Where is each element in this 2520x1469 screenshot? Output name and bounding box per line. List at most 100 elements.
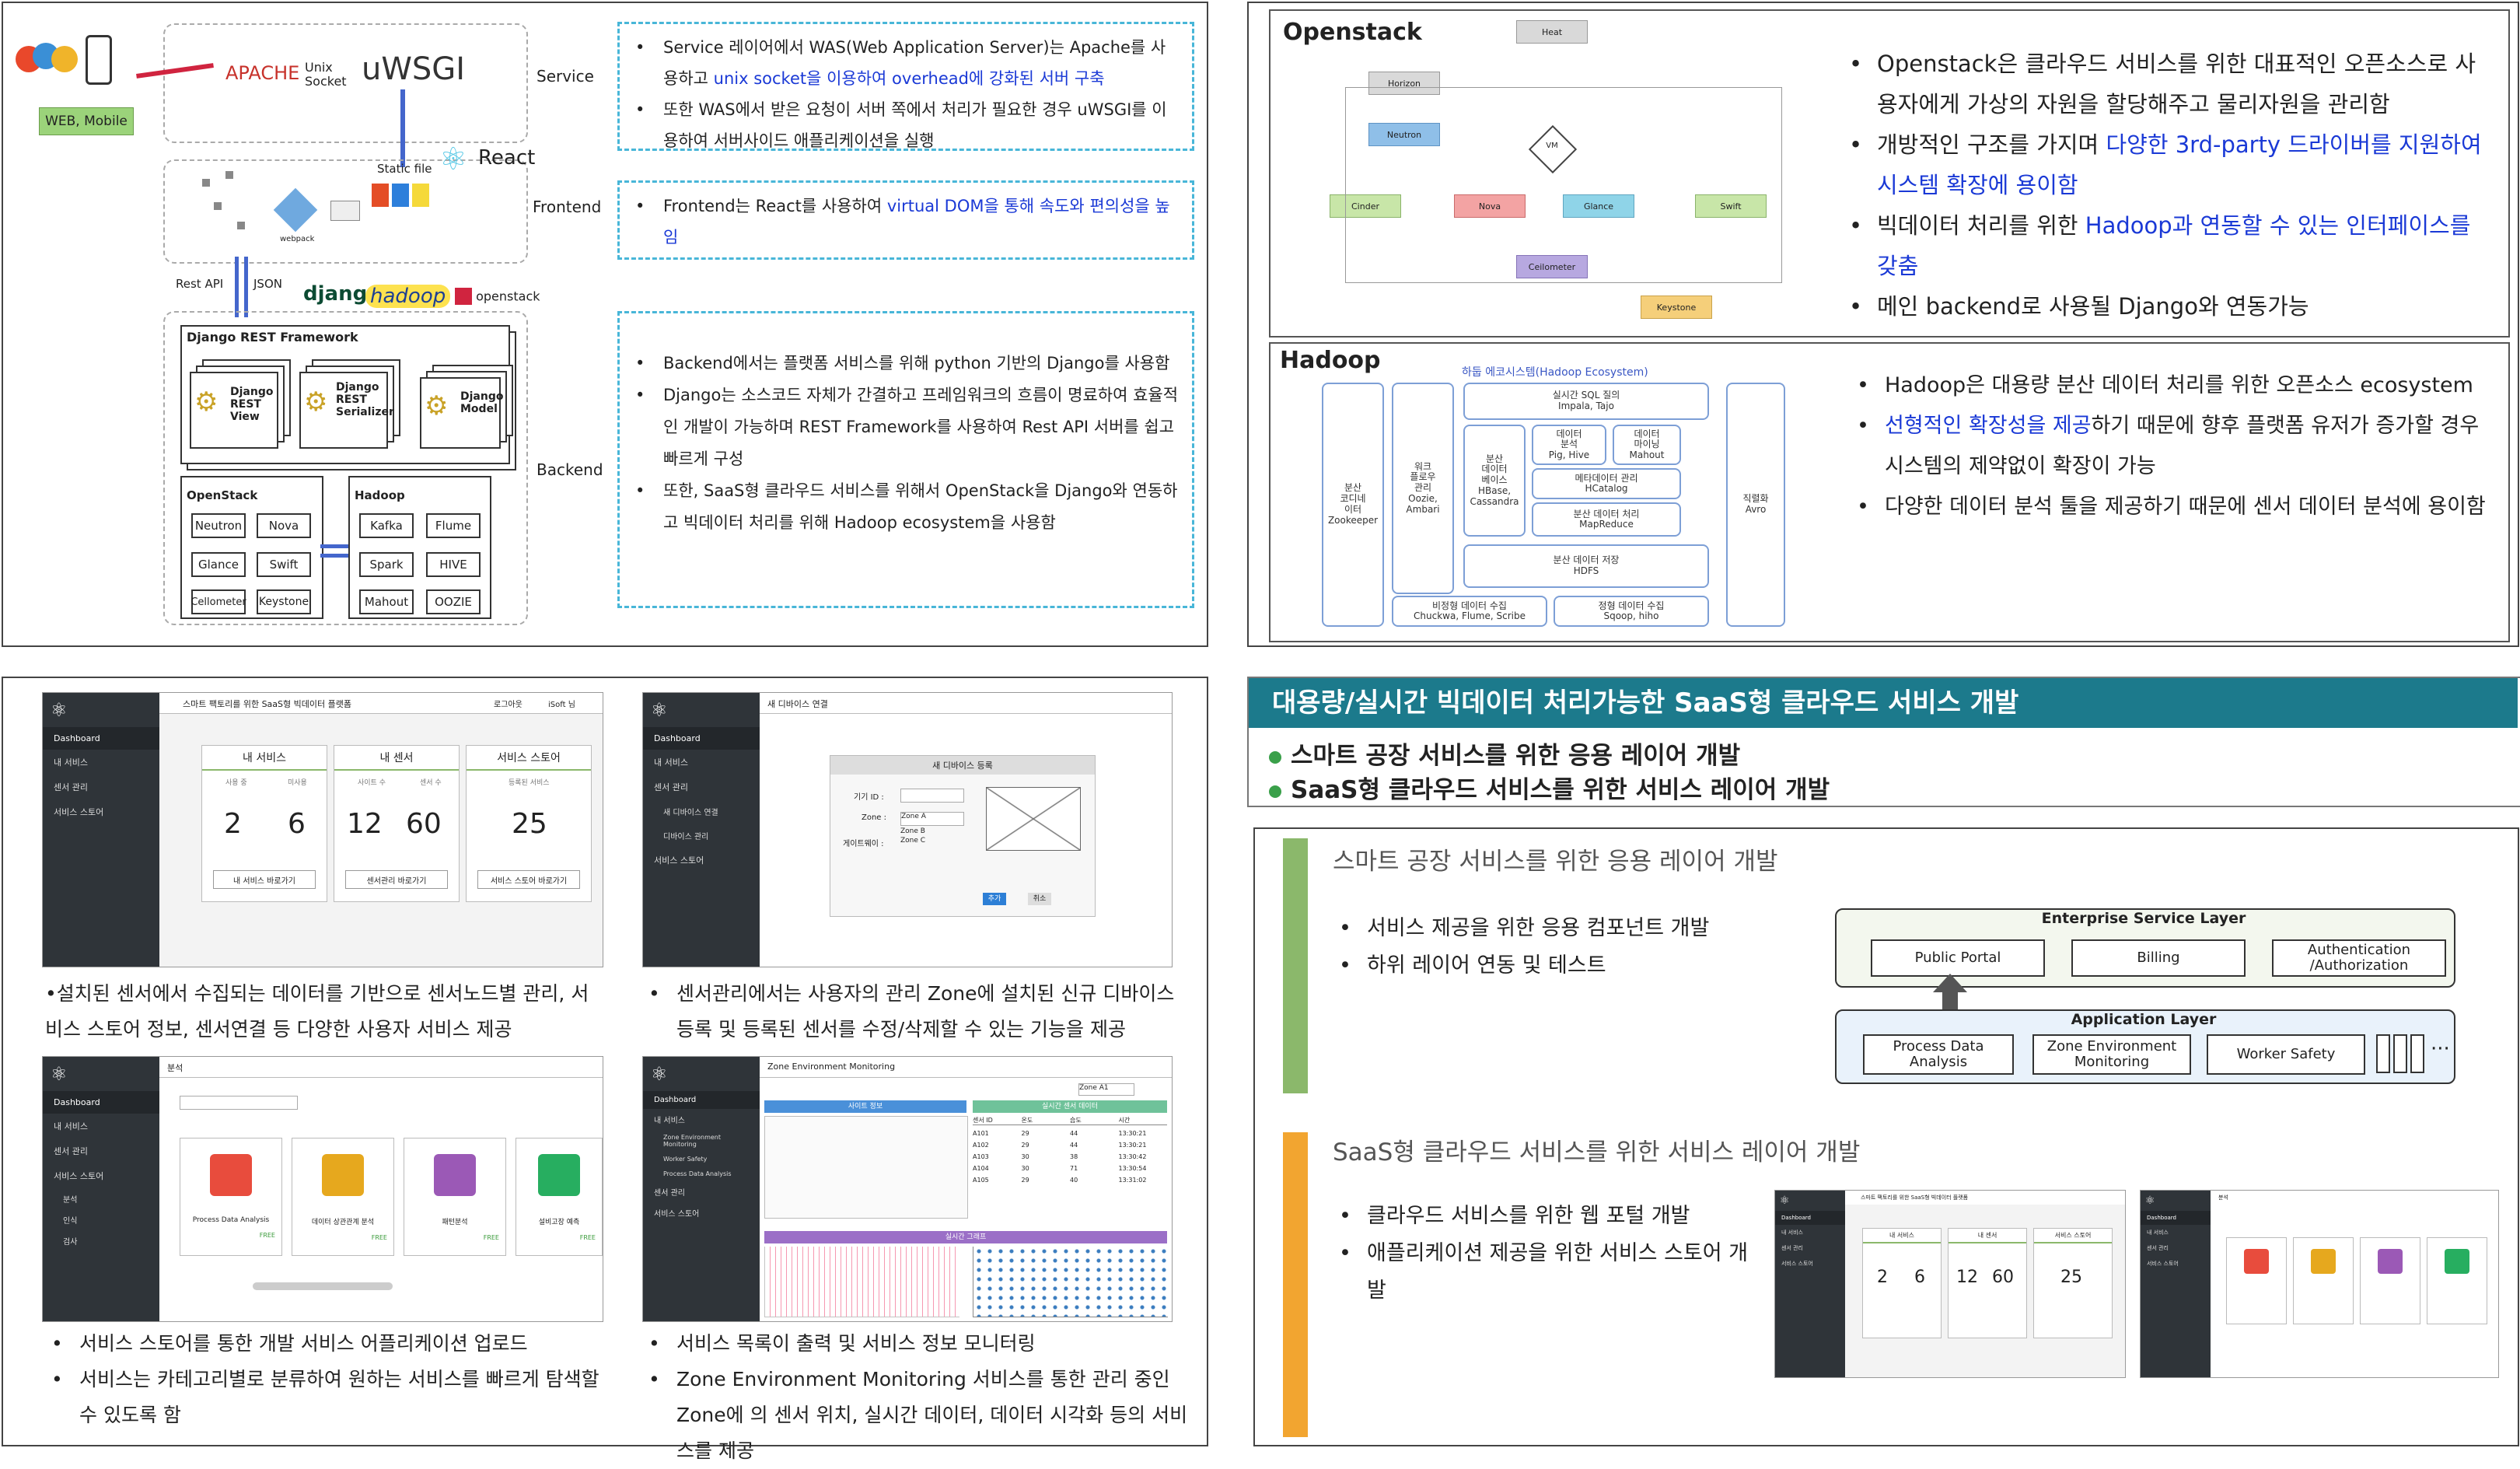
table-row: A102 29 44 13:30:21 bbox=[973, 1142, 1147, 1149]
worker-safety-box: Worker Safety bbox=[2207, 1034, 2365, 1075]
app-card[interactable]: 패턴분석 FREE bbox=[404, 1138, 506, 1256]
frontend-desc-box: Frontend는 React를 사용하여 virtual DOM을 통해 속도… bbox=[617, 180, 1194, 260]
backend-label: Backend bbox=[537, 460, 603, 479]
store-search-input[interactable] bbox=[180, 1096, 298, 1110]
thumb-app[interactable] bbox=[2293, 1237, 2354, 1324]
cellometer-box: Cellometer bbox=[190, 589, 246, 614]
sidebar-item[interactable]: 검사 bbox=[43, 1230, 159, 1251]
horizontal-scrollbar[interactable] bbox=[253, 1282, 393, 1290]
app-card[interactable]: 데이터 상관관계 분석 FREE bbox=[292, 1138, 394, 1256]
scatter-graph bbox=[973, 1247, 1168, 1317]
hadoop-stack-title: Hadoop bbox=[355, 488, 405, 502]
app-card[interactable]: Process Data Analysis FREE bbox=[180, 1138, 282, 1256]
sidebar-item[interactable]: Dashboard bbox=[1775, 1211, 1845, 1225]
more-boxes-icon bbox=[2376, 1034, 2431, 1073]
thumb-content: 내 서비스 2 6 내 센서 12 60 서비스 스토어 25 bbox=[1845, 1205, 2125, 1377]
sidebar-item[interactable]: 서비스 스토어 bbox=[643, 1202, 760, 1223]
sidebar-item[interactable]: 내 서비스 bbox=[1775, 1225, 1845, 1240]
sidebar-item[interactable]: 센서 관리 bbox=[1775, 1240, 1845, 1256]
dashboard-content: 내 서비스 사용 중 미사용 2 6 내 서비스 바로가기 내 센서 사이트 수… bbox=[159, 714, 603, 967]
sidebar-item[interactable]: Dashboard bbox=[643, 727, 760, 750]
flume-box: Flume bbox=[426, 513, 481, 538]
graph-header: 실시간 그래프 bbox=[764, 1231, 1167, 1243]
summary-title: 대용량/실시간 빅데이터 처리가능한 SaaS형 클라우드 서비스 개발 bbox=[1249, 678, 2518, 728]
app-price: FREE bbox=[483, 1234, 499, 1241]
sidebar-item[interactable]: Dashboard bbox=[643, 1091, 760, 1109]
card-button[interactable]: 서비스 스토어 바로가기 bbox=[477, 870, 580, 889]
gear-icon: ⚙ bbox=[194, 386, 218, 418]
sidebar-item[interactable]: 인식 bbox=[43, 1209, 159, 1230]
sidebar-item[interactable]: 센서 관리 bbox=[43, 1138, 159, 1163]
app-name: 데이터 상관관계 분석 bbox=[311, 1219, 375, 1226]
card-button[interactable]: 내 서비스 바로가기 bbox=[213, 870, 316, 889]
bullet-dot bbox=[1269, 785, 1281, 798]
static-file-label: Static file bbox=[377, 162, 432, 176]
ok-button[interactable]: 추가 bbox=[983, 893, 1006, 905]
card-value1: 12 bbox=[347, 808, 383, 840]
sidebar-item[interactable]: 서비스 스토어 bbox=[1775, 1256, 1845, 1271]
site-map bbox=[764, 1116, 968, 1219]
openstack-stack-title: OpenStack bbox=[187, 488, 258, 502]
logout-button[interactable]: 로그아웃 bbox=[494, 698, 523, 709]
caption-item: Zone Environment Monitoring 서비스를 통한 관리 중… bbox=[642, 1362, 1202, 1469]
zone-select[interactable]: Zone A bbox=[900, 812, 964, 826]
sidebar-item[interactable]: 내 서비스 bbox=[43, 1114, 159, 1138]
sidebar-item[interactable]: Dashboard bbox=[43, 727, 159, 750]
gear-icon: ⚙ bbox=[304, 386, 328, 418]
cancel-button[interactable]: 취소 bbox=[1028, 893, 1051, 905]
card-button[interactable]: 센서관리 바로가기 bbox=[345, 870, 448, 889]
logo-icon: ⚛ bbox=[51, 1063, 68, 1085]
sidebar-item[interactable]: Zone Environment Monitoring bbox=[643, 1130, 760, 1152]
sidebar-item[interactable]: 서비스 스토어 bbox=[643, 848, 760, 873]
sidebar-item[interactable]: 내 서비스 bbox=[643, 750, 760, 775]
sidebar-item[interactable]: Process Data Analysis bbox=[643, 1166, 760, 1181]
frontend-desc-item: Frontend는 React를 사용하여 virtual DOM을 통해 속도… bbox=[629, 191, 1180, 253]
webpack-label: webpack bbox=[280, 235, 315, 243]
serialization-box: 직렬화 Avro bbox=[1726, 383, 1785, 627]
unix-socket-label: Unix Socket bbox=[305, 60, 347, 89]
service-desc-item: 또한 WAS에서 받은 요청이 서버 쪽에서 처리가 필요한 경우 uWSGI를… bbox=[629, 94, 1180, 156]
sidebar-item[interactable]: Worker Safety bbox=[643, 1152, 760, 1166]
sidebar-item[interactable]: 센서 관리 bbox=[2141, 1240, 2211, 1256]
hive-box: HIVE bbox=[426, 552, 481, 577]
sidebar-item[interactable]: 센서 관리 bbox=[643, 1181, 760, 1202]
sidebar-item[interactable]: 내 서비스 bbox=[2141, 1225, 2211, 1240]
sidebar-item[interactable]: 디바이스 관리 bbox=[643, 824, 760, 848]
zone-option[interactable]: Zone C bbox=[900, 837, 925, 845]
sidebar-item[interactable]: 내 서비스 bbox=[43, 750, 159, 775]
sidebar-item[interactable]: 내 서비스 bbox=[643, 1109, 760, 1130]
data-mining-box: 데이터 마이닝 Mahout bbox=[1613, 425, 1681, 465]
sidebar-item[interactable]: 새 디바이스 연결 bbox=[643, 799, 760, 824]
sidebar-item[interactable]: 서비스 스토어 bbox=[2141, 1256, 2211, 1271]
drf-title: Django REST Framework bbox=[187, 330, 358, 345]
thumb-app[interactable] bbox=[2360, 1237, 2420, 1324]
app-card[interactable]: 설비고장 예측 FREE bbox=[516, 1138, 603, 1256]
topbar: 분석 bbox=[159, 1057, 603, 1078]
sidebar-item[interactable]: Dashboard bbox=[43, 1091, 159, 1114]
topbar: Zone Environment Monitoring bbox=[760, 1057, 1172, 1078]
sidebar-item[interactable]: Dashboard bbox=[2141, 1211, 2211, 1225]
screen-zone-monitoring: ⚛ Dashboard 내 서비스 Zone Environment Monit… bbox=[642, 1056, 1173, 1322]
sidebar: ⚛ Dashboard 내 서비스 센서 관리 새 디바이스 연결 디바이스 관… bbox=[643, 693, 760, 967]
sidebar-item[interactable]: 센서 관리 bbox=[643, 775, 760, 799]
zone-select[interactable]: Zone A1 bbox=[1078, 1083, 1134, 1096]
openstack-bullet: 개방적인 구조를 가지며 다양한 3rd-party 드라이버를 지원하여 시스… bbox=[1843, 124, 2496, 205]
field-label: 게이트웨이 : bbox=[843, 840, 884, 848]
sidebar-item[interactable]: 분석 bbox=[43, 1188, 159, 1209]
sidebar-item[interactable]: 서비스 스토어 bbox=[43, 799, 159, 824]
green-accent-bar bbox=[1283, 838, 1308, 1093]
thumb-app[interactable] bbox=[2427, 1237, 2487, 1324]
process-data-analysis-box: Process Data Analysis bbox=[1863, 1034, 2014, 1075]
device-id-input[interactable] bbox=[900, 789, 964, 803]
storage-box: 분산 데이터 저장 HDFS bbox=[1463, 544, 1709, 588]
user-menu[interactable]: iSoft 님 bbox=[548, 698, 575, 709]
topbar: 새 디바이스 연결 bbox=[760, 693, 1172, 714]
card-title: 서비스 스토어 bbox=[467, 746, 591, 771]
sidebar-item[interactable]: 서비스 스토어 bbox=[43, 1163, 159, 1188]
sidebar-item[interactable]: 센서 관리 bbox=[43, 775, 159, 799]
thumb-app[interactable] bbox=[2226, 1237, 2287, 1324]
thumb-dashboard: ⚛ Dashboard 내 서비스 센서 관리 서비스 스토어 스마트 팩토리를… bbox=[1774, 1190, 2126, 1378]
zone-option[interactable]: Zone B bbox=[900, 827, 925, 835]
static-file-icons bbox=[372, 184, 434, 215]
app-name: 설비고장 예측 bbox=[538, 1219, 580, 1226]
